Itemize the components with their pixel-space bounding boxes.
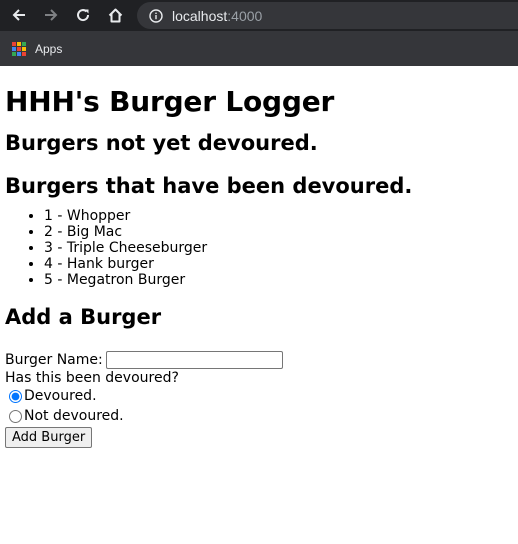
burger-name-label: Burger Name: [5,352,103,368]
not-devoured-radio-label: Not devoured. [24,408,124,424]
devoured-radio[interactable] [9,389,22,403]
bookmarks-bar: Apps [0,31,518,66]
devoured-radio-label: Devoured. [24,388,97,404]
devoured-list: 1 - Whopper 2 - Big Mac 3 - Triple Chees… [5,208,513,288]
not-devoured-radio[interactable] [9,409,22,423]
list-item: 5 - Megatron Burger [44,272,513,288]
page-content: HHH's Burger Logger Burgers not yet devo… [0,85,518,448]
not-devoured-heading: Burgers not yet devoured. [5,131,318,155]
url-port: :4000 [227,7,263,24]
browser-toolbar: localhost:4000 [0,0,518,31]
page-title: HHH's Burger Logger [5,85,335,118]
apps-grid-icon[interactable] [12,41,26,56]
list-item: 2 - Big Mac [44,224,513,240]
back-arrow-icon[interactable] [8,4,30,26]
forward-arrow-icon[interactable] [40,4,62,26]
add-burger-form: Burger Name: Has this been devoured? Dev… [5,350,513,448]
bookmark-apps[interactable]: Apps [35,42,62,56]
list-item: 4 - Hank burger [44,256,513,272]
info-icon[interactable] [149,8,163,23]
name-row: Burger Name: [5,350,513,370]
url-text: localhost:4000 [172,8,262,24]
browser-chrome: localhost:4000 Apps [0,0,518,66]
devoured-option-row: Devoured. [5,386,513,406]
list-item: 3 - Triple Cheeseburger [44,240,513,256]
devoured-question: Has this been devoured? [5,370,179,386]
add-burger-heading: Add a Burger [5,305,162,329]
url-host: localhost [172,7,228,24]
reload-icon[interactable] [72,4,94,26]
list-item: 1 - Whopper [44,208,513,224]
add-burger-button[interactable]: Add Burger [5,427,93,448]
not-devoured-option-row: Not devoured. [5,406,513,426]
home-icon[interactable] [104,4,126,26]
devoured-heading: Burgers that have been devoured. [5,174,413,198]
address-bar[interactable]: localhost:4000 [137,2,518,29]
burger-name-input[interactable] [105,351,283,369]
